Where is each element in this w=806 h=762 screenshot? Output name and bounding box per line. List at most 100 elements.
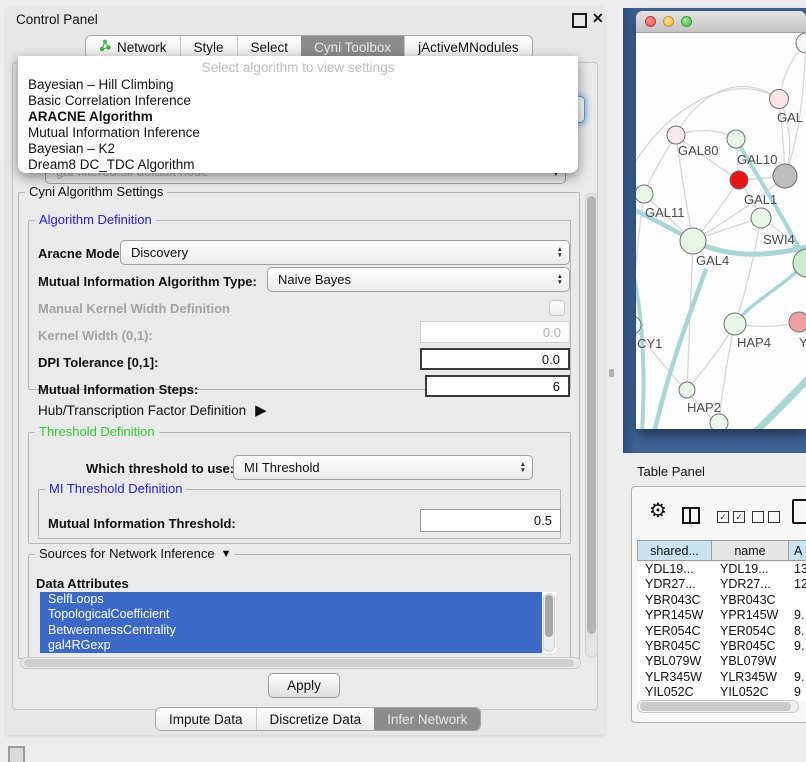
- algorithm-option[interactable]: Bayesian – Hill Climbing: [18, 77, 578, 93]
- select-all-columns-icon[interactable]: ✓✓: [717, 511, 745, 523]
- tab-impute-data[interactable]: Impute Data: [156, 708, 256, 730]
- window-resize-grip[interactable]: [8, 746, 25, 762]
- settings-horizontal-scrollbar[interactable]: [20, 657, 581, 669]
- table-cell[interactable]: [789, 654, 806, 669]
- table-horizontal-scrollbar[interactable]: [637, 700, 799, 713]
- table-cell[interactable]: YDR27...: [712, 577, 789, 592]
- network-canvas[interactable]: GALGAL80GAL10GAL11GAL1SWI4GAL4GCY1HAP4YH…: [636, 33, 806, 429]
- panel-splitter-grip[interactable]: [609, 369, 614, 377]
- attribute-item[interactable]: gal4RGexp: [40, 638, 542, 653]
- tab-network[interactable]: Network: [86, 36, 180, 58]
- tab-cyni-toolbox[interactable]: Cyni Toolbox: [301, 36, 404, 58]
- table-cell[interactable]: YLR345W: [712, 670, 789, 685]
- unselect-all-columns-icon[interactable]: [752, 511, 780, 523]
- aracne-mode-combobox[interactable]: Discovery ▲▼: [120, 240, 570, 265]
- kernel-width-field[interactable]: 0.0: [420, 321, 570, 343]
- table-cell[interactable]: 12: [789, 577, 806, 592]
- network-node[interactable]: [724, 313, 746, 335]
- table-cell[interactable]: YDL19...: [637, 562, 712, 577]
- gear-icon[interactable]: ⚙: [649, 501, 667, 521]
- new-table-icon[interactable]: [792, 499, 806, 524]
- scrollbar-thumb[interactable]: [545, 595, 553, 637]
- network-node[interactable]: [667, 126, 685, 144]
- table-cell[interactable]: YDL19...: [712, 562, 789, 577]
- algorithm-option[interactable]: ARACNE Algorithm: [18, 109, 578, 125]
- network-node[interactable]: [730, 171, 748, 189]
- table-cell[interactable]: YIL052C: [637, 685, 712, 700]
- network-window-titlebar[interactable]: [636, 11, 806, 33]
- table-row[interactable]: YIL052CYIL052C9: [637, 685, 806, 700]
- scrollbar-thumb[interactable]: [24, 659, 574, 667]
- tab-jactivemnodules[interactable]: jActiveMNodules: [404, 36, 532, 58]
- table-row[interactable]: YBL079WYBL079W: [637, 654, 806, 669]
- tab-style[interactable]: Style: [180, 36, 237, 58]
- table-cell[interactable]: [789, 593, 806, 608]
- network-edge[interactable]: [754, 371, 806, 429]
- table-row[interactable]: YDL19...YDL19...13: [637, 562, 806, 577]
- attribute-item[interactable]: SelfLoops: [40, 592, 542, 607]
- collapse-arrow-icon[interactable]: ▼: [221, 548, 232, 560]
- close-traffic-light[interactable]: [645, 16, 656, 27]
- tab-infer-network[interactable]: Infer Network: [374, 708, 480, 730]
- close-icon[interactable]: ✕: [592, 10, 604, 27]
- table-cell[interactable]: 8.: [789, 624, 806, 639]
- table-cell[interactable]: 13: [789, 562, 806, 577]
- network-node[interactable]: [751, 208, 771, 228]
- zoom-traffic-light[interactable]: [681, 16, 692, 27]
- algorithm-option[interactable]: Dream8 DC_TDC Algorithm: [18, 157, 578, 173]
- table-cell[interactable]: YIL052C: [712, 685, 789, 700]
- table-cell[interactable]: 9.: [789, 608, 806, 623]
- column-header[interactable]: name: [712, 540, 789, 561]
- table-cell[interactable]: 9.: [789, 639, 806, 654]
- tab-select[interactable]: Select: [237, 36, 302, 58]
- dpi-tolerance-field[interactable]: 0.0: [420, 348, 570, 370]
- scrollbar-thumb[interactable]: [640, 702, 791, 711]
- column-header[interactable]: A: [789, 540, 806, 561]
- network-node[interactable]: [680, 228, 706, 254]
- network-node[interactable]: [636, 185, 653, 203]
- table-cell[interactable]: 9.: [789, 670, 806, 685]
- algorithm-option[interactable]: Basic Correlation Inference: [18, 93, 578, 109]
- table-row[interactable]: YER054CYER054C8.: [637, 624, 806, 639]
- network-edge[interactable]: [719, 324, 735, 423]
- table-cell[interactable]: YBR043C: [712, 593, 789, 608]
- show-columns-icon[interactable]: [682, 507, 700, 524]
- table-cell[interactable]: YBR045C: [712, 639, 789, 654]
- network-node[interactable]: [770, 90, 789, 109]
- which-threshold-combobox[interactable]: MI Threshold ▲▼: [233, 455, 533, 480]
- table-cell[interactable]: 9: [789, 685, 806, 700]
- table-cell[interactable]: YBL079W: [637, 654, 712, 669]
- list-scrollbar[interactable]: [543, 593, 555, 652]
- column-header[interactable]: shared...: [637, 540, 712, 561]
- attribute-item[interactable]: TopologicalCoefficient: [40, 607, 542, 622]
- table-row[interactable]: YBR043CYBR043C: [637, 593, 806, 608]
- table-row[interactable]: YPR145WYPR145W9.: [637, 608, 806, 623]
- apply-button[interactable]: Apply: [268, 673, 340, 698]
- hub-definition-expander[interactable]: Hub/Transcription Factor Definition ▶: [38, 401, 267, 419]
- table-cell[interactable]: YBL079W: [712, 654, 789, 669]
- table-cell[interactable]: YLR345W: [637, 670, 712, 685]
- table-cell[interactable]: YER054C: [637, 624, 712, 639]
- minimize-traffic-light[interactable]: [663, 16, 674, 27]
- algorithm-option[interactable]: Bayesian – K2: [18, 141, 578, 157]
- network-node[interactable]: [727, 130, 745, 148]
- table-cell[interactable]: YBR045C: [637, 639, 712, 654]
- mi-steps-field[interactable]: 6: [425, 375, 570, 397]
- network-node[interactable]: [679, 382, 695, 398]
- table-cell[interactable]: YBR043C: [637, 593, 712, 608]
- network-node[interactable]: [789, 312, 806, 332]
- tab-discretize-data[interactable]: Discretize Data: [256, 708, 375, 730]
- network-edge[interactable]: [676, 86, 779, 135]
- table-cell[interactable]: YPR145W: [712, 608, 789, 623]
- table-cell[interactable]: YPR145W: [637, 608, 712, 623]
- scrollbar-thumb[interactable]: [587, 196, 596, 634]
- network-node[interactable]: [773, 164, 797, 188]
- float-window-icon[interactable]: [572, 13, 587, 28]
- mi-algorithm-type-combobox[interactable]: Naive Bayes ▲▼: [267, 267, 570, 292]
- network-node[interactable]: [796, 33, 806, 53]
- attribute-item[interactable]: BetweennessCentrality: [40, 623, 542, 638]
- algorithm-option[interactable]: Mutual Information Inference: [18, 125, 578, 141]
- mi-threshold-field[interactable]: 0.5: [420, 509, 561, 532]
- manual-kernel-checkbox[interactable]: [549, 300, 565, 316]
- table-row[interactable]: YBR045CYBR045C9.: [637, 639, 806, 654]
